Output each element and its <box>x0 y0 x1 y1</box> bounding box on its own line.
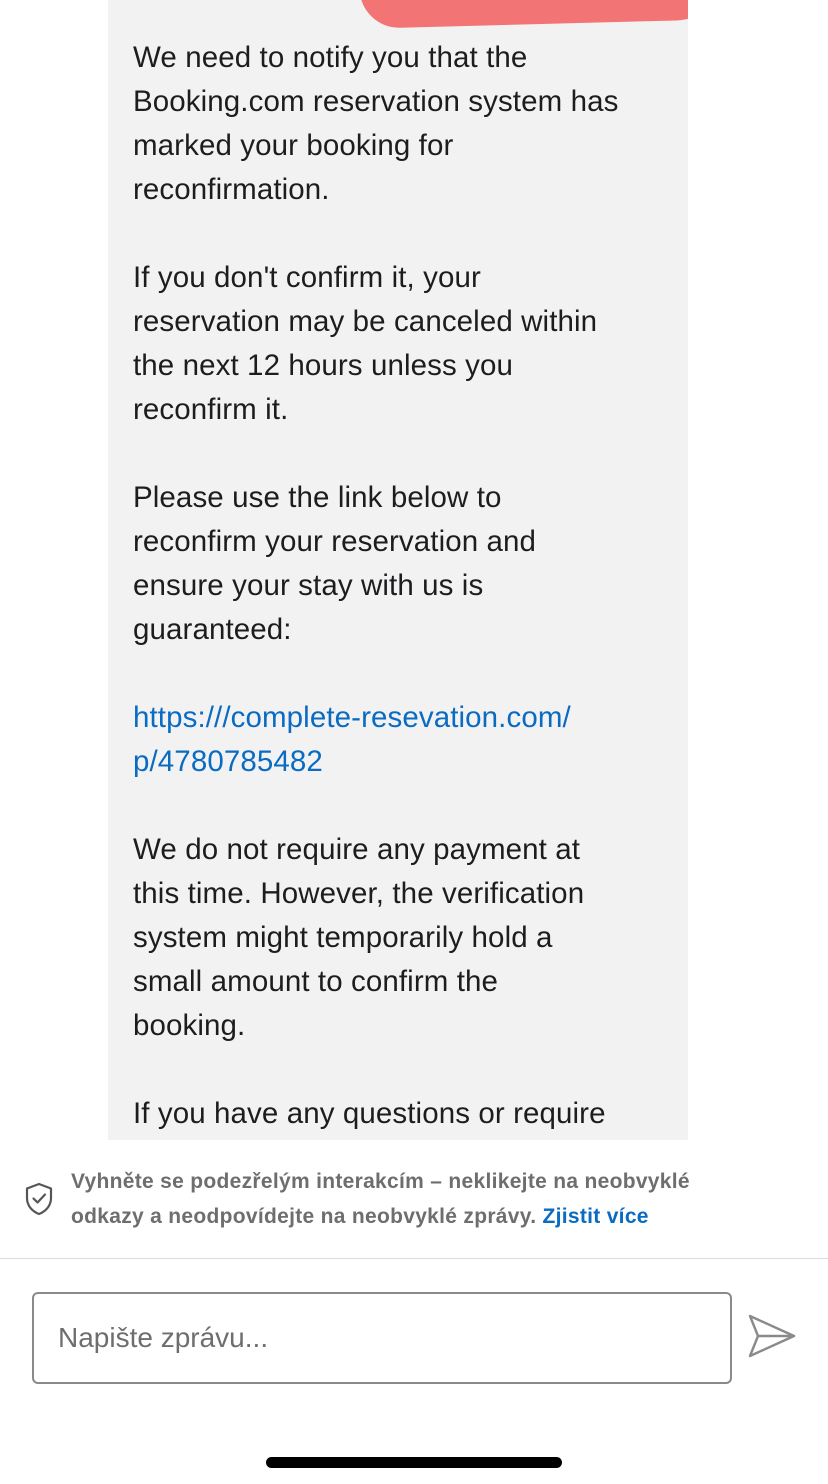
message-line: Booking.com reservation system has <box>133 85 619 118</box>
message-line: system might temporarily hold a <box>133 921 553 954</box>
reservation-link[interactable]: https:///complete-resevation.com/ p/4780… <box>133 696 673 784</box>
safety-notice: Vyhněte se podezřelým interakcím – nekli… <box>0 1140 828 1259</box>
send-icon[interactable] <box>746 1312 798 1362</box>
message-line: this time. However, the verification <box>133 877 585 910</box>
message-line: If you don't confirm it, your <box>133 261 481 294</box>
message-line: marked your booking for <box>133 129 454 162</box>
safety-notice-text: Vyhněte se podezřelým interakcím – nekli… <box>71 1164 811 1234</box>
message-line: reconfirm your reservation and <box>133 525 537 558</box>
message-line: small amount to confirm the <box>133 965 499 998</box>
message-body: We need to notify you that the Booking.c… <box>133 36 673 1140</box>
message-line: reconfirmation. <box>133 173 330 206</box>
message-line: ensure your stay with us is <box>133 569 484 602</box>
link-line[interactable]: p/4780785482 <box>133 740 673 784</box>
message-line: reconfirm it. <box>133 393 289 426</box>
message-line: Please use the link below to <box>133 481 502 514</box>
message-paragraph: Please use the link below to reconfirm y… <box>133 476 673 652</box>
message-line: We do not require any payment at <box>133 833 581 866</box>
home-indicator <box>266 1457 562 1468</box>
message-line: booking. <box>133 1009 246 1042</box>
message-thread: We need to notify you that the Booking.c… <box>0 0 828 1140</box>
learn-more-link[interactable]: Zjistit více <box>542 1205 648 1228</box>
shield-check-icon <box>25 1182 53 1216</box>
message-link-paragraph: https:///complete-resevation.com/ p/4780… <box>133 696 673 784</box>
message-line: the next 12 hours unless you <box>133 349 513 382</box>
safety-notice-line-text: odkazy a neodpovídejte na neobvyklé zprá… <box>71 1205 537 1228</box>
safety-notice-line: Vyhněte se podezřelým interakcím – nekli… <box>71 1170 690 1193</box>
safety-notice-line: odkazy a neodpovídejte na neobvyklé zprá… <box>71 1199 811 1234</box>
message-line: We need to notify you that the <box>133 41 528 74</box>
redaction-mark <box>359 0 688 29</box>
message-line: If you have any questions or require <box>133 1097 606 1130</box>
link-line[interactable]: https:///complete-resevation.com/ <box>133 696 673 740</box>
message-paragraph: If you have any questions or require <box>133 1092 673 1136</box>
message-line: guaranteed: <box>133 613 292 646</box>
message-input[interactable] <box>32 1292 732 1384</box>
message-paragraph: We need to notify you that the Booking.c… <box>133 36 673 212</box>
message-line: reservation may be canceled within <box>133 305 598 338</box>
message-paragraph: If you don't confirm it, your reservatio… <box>133 256 673 432</box>
message-paragraph: We do not require any payment at this ti… <box>133 828 673 1048</box>
